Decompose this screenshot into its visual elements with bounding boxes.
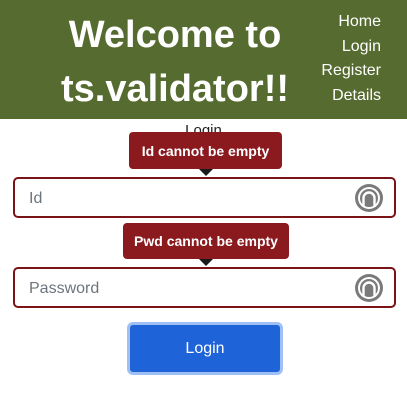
nav-home-link[interactable]: Home [338, 10, 381, 35]
password-field-wrapper [13, 267, 396, 308]
nav-register-link[interactable]: Register [321, 59, 381, 84]
site-header: Welcome to ts.validator!! Home Login Reg… [0, 0, 407, 119]
main-nav: Home Login Register Details [321, 10, 381, 108]
nav-details-link[interactable]: Details [332, 84, 381, 109]
password-manager-icon[interactable] [354, 183, 384, 213]
id-error-tooltip: Id cannot be empty [129, 132, 282, 176]
password-error-tooltip: Pwd cannot be empty [123, 223, 289, 266]
id-input[interactable] [27, 179, 351, 218]
site-title-line1: Welcome to [68, 14, 282, 56]
login-button[interactable]: Login [127, 322, 283, 375]
site-title-line2: ts.validator!! [60, 68, 290, 110]
id-field-wrapper [13, 177, 396, 218]
nav-login-link[interactable]: Login [342, 35, 381, 60]
password-manager-icon[interactable] [354, 273, 384, 303]
password-input[interactable] [27, 269, 351, 308]
